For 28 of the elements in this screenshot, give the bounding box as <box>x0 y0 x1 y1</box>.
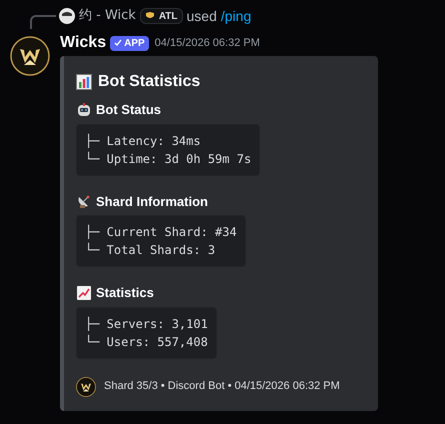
code-line: ├─ Servers: 3,101 <box>85 316 208 332</box>
footer-text: Shard 35/3 • Discord Bot • 04/15/2026 06:32 PM <box>104 379 340 394</box>
field-name: Shard Information <box>96 192 208 210</box>
author-name[interactable]: Wicks <box>60 31 106 55</box>
reply-action: used <box>186 6 217 26</box>
chart-increasing-icon <box>76 284 92 301</box>
reply-connector <box>30 15 56 29</box>
footer-icon <box>76 376 96 396</box>
guild-tag: ATL <box>140 8 183 24</box>
bot-avatar <box>10 36 50 76</box>
code-line: └─ Users: 557,408 <box>85 334 208 350</box>
robot-icon <box>76 102 92 118</box>
embed-title: Bot Statistics <box>98 72 200 92</box>
code-line: ├─ Current Shard: #34 <box>85 224 237 241</box>
field-name: Statistics <box>96 284 154 302</box>
satellite-dish-icon <box>76 193 92 210</box>
code-line: └─ Uptime: 3d 0h 59m 7s <box>85 150 252 168</box>
check-icon <box>114 39 122 47</box>
command-link[interactable]: /ping <box>220 6 252 26</box>
avatar-icon <box>59 8 75 24</box>
bar-chart-icon <box>76 74 92 90</box>
timestamp: 04/15/2026 06:32 PM <box>154 36 260 51</box>
shield-icon <box>144 11 155 21</box>
app-badge: APP <box>110 36 149 50</box>
reply-author[interactable]: 约 - Wick <box>79 6 136 26</box>
code-line: ├─ Latency: 34ms <box>85 132 202 150</box>
code-line: └─ Total Shards: 3 <box>85 242 216 259</box>
field-name: Bot Status <box>96 101 161 119</box>
